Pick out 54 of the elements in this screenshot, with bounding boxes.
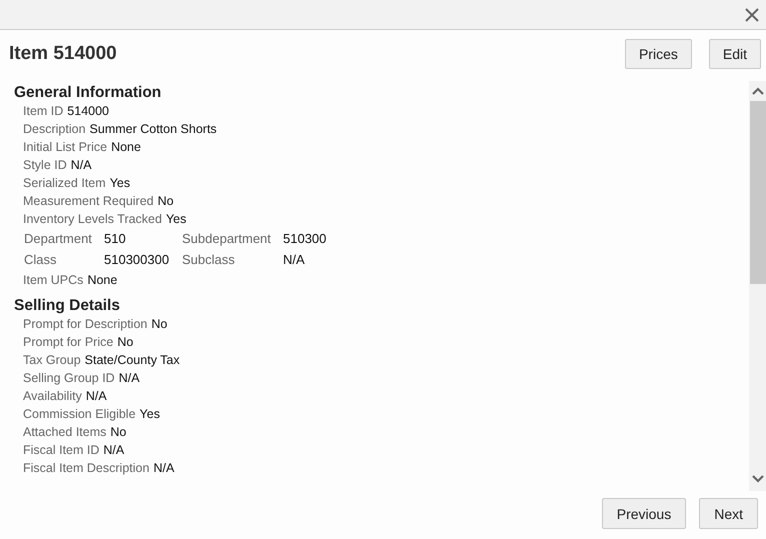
field-value: No — [117, 334, 134, 351]
field-value: No — [151, 316, 168, 333]
field-label: Fiscal Item Description — [23, 460, 150, 477]
field-label: Style ID — [23, 157, 67, 174]
field-value: Summer Cotton Shorts — [90, 121, 217, 138]
field-value: 510 — [104, 230, 127, 248]
edit-button[interactable]: Edit — [708, 38, 761, 68]
field-label: Prompt for Description — [23, 316, 148, 333]
field-value: Yes — [166, 211, 186, 228]
field-label: Attached Items — [23, 424, 106, 441]
field-value: N/A — [86, 388, 107, 405]
item-title: Item 514000 — [9, 42, 117, 64]
field-value: State/County Tax — [84, 352, 180, 369]
scroll-down-icon[interactable] — [752, 475, 764, 483]
field-label: Fiscal Item ID — [23, 442, 100, 459]
field-label: Subdepartment — [182, 230, 272, 248]
field-label: Item ID — [23, 103, 64, 120]
field-label: Commission Eligible — [23, 406, 136, 423]
scroll-up-icon[interactable] — [752, 87, 764, 95]
field-label: Selling Group ID — [23, 370, 115, 387]
field-value: N/A — [283, 251, 306, 269]
field-value: N/A — [70, 157, 92, 174]
field-label: Class — [24, 251, 58, 269]
next-button[interactable]: Next — [699, 498, 758, 529]
section-heading: Selling Details — [14, 296, 121, 315]
field-label: Serialized Item — [23, 175, 106, 192]
field-value: 510300 — [283, 230, 328, 248]
field-label: Item UPCs — [23, 272, 84, 289]
previous-button[interactable]: Previous — [602, 498, 686, 529]
field-label: Inventory Levels Tracked — [23, 211, 162, 228]
field-value: Yes — [140, 406, 160, 423]
field-label: Department — [24, 230, 93, 248]
field-value: N/A — [153, 460, 174, 477]
field-value: N/A — [118, 370, 140, 387]
field-value: N/A — [103, 442, 124, 459]
field-value: No — [110, 424, 126, 441]
scrollbar[interactable] — [749, 81, 766, 491]
field-label: Tax Group — [23, 352, 81, 369]
prices-button[interactable]: Prices — [624, 38, 692, 68]
field-label: Description — [23, 121, 86, 138]
field-value: 514000 — [67, 103, 110, 120]
field-label: Measurement Required — [23, 193, 154, 210]
field-value: Yes — [110, 175, 130, 192]
field-label: Initial List Price — [23, 139, 108, 156]
field-label: Subclass — [182, 251, 236, 269]
scrollbar-thumb[interactable] — [750, 101, 766, 284]
field-value: None — [87, 272, 118, 289]
close-icon[interactable] — [745, 8, 759, 22]
section-heading: General Information — [14, 83, 162, 102]
field-value: None — [111, 139, 141, 156]
field-label: Prompt for Price — [23, 334, 114, 351]
field-value: No — [158, 193, 174, 210]
field-label: Availability — [23, 388, 82, 405]
field-value: 510300300 — [104, 251, 170, 269]
